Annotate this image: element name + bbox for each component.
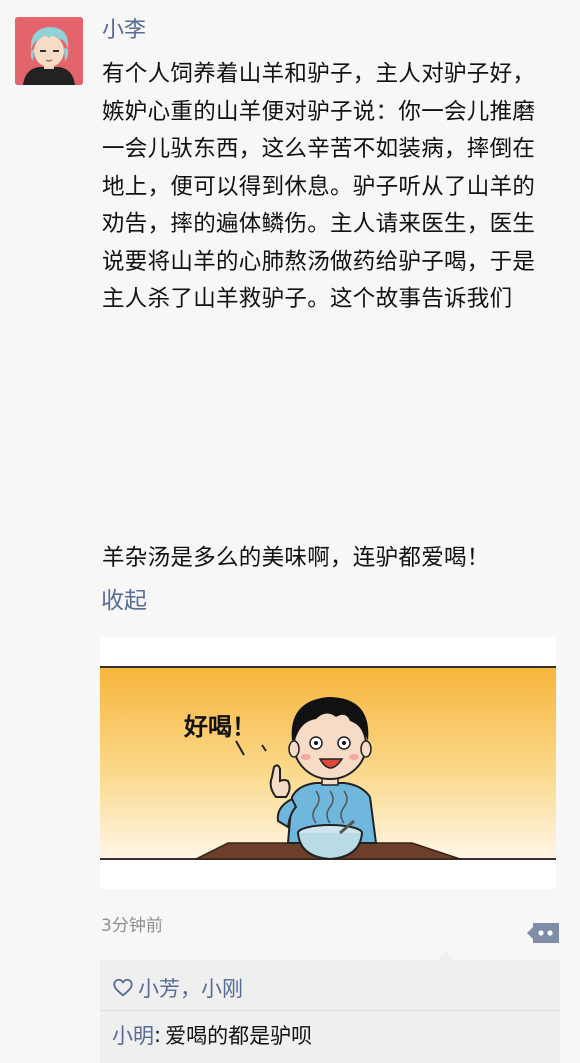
- post-punchline: 羊杂汤是多么的美味啊，连驴都爱喝！: [102, 545, 490, 571]
- divider: [100, 1010, 560, 1011]
- post-text-line: 说要将山羊的心肺熬汤做药给驴子喝，于是: [102, 248, 536, 275]
- avatar-image: [15, 17, 83, 85]
- post-text-line: 地上，便可以得到休息。驴子听从了山羊的: [102, 173, 536, 200]
- post-text-line: 嫉妒心重的山羊便对驴子说：你一会儿推磨: [102, 98, 536, 125]
- likes-comments-panel: 小芳，小刚 小明 : 爱喝的都是驴呗: [100, 960, 560, 1063]
- likes-names[interactable]: 小芳，小刚: [138, 973, 243, 1003]
- heart-outline-icon: [113, 978, 133, 997]
- comment-item[interactable]: 小明 : 爱喝的都是驴呗: [112, 1015, 312, 1055]
- collapse-link[interactable]: 收起: [101, 583, 147, 619]
- likes-row: 小芳，小刚: [112, 970, 243, 1006]
- post-text-line: 有个人饲养着山羊和驴子，主人对驴子好，: [102, 61, 536, 87]
- post-text: 有个人饲养着山羊和驴子，主人对驴子好， 嫉妒心重的山羊便对驴子说：你一会儿推磨 …: [102, 56, 562, 571]
- avatar[interactable]: [15, 17, 83, 85]
- post-author-name[interactable]: 小李: [102, 14, 146, 48]
- post-image[interactable]: 好喝！: [100, 637, 556, 889]
- post-timestamp: 3分钟前: [101, 916, 163, 936]
- comment-text: 爱喝的都是驴呗: [165, 1024, 313, 1048]
- comic-speech-text: 好喝！: [183, 713, 256, 741]
- post-text-line: 主人杀了山羊救驴子。这个故事告诉我们: [102, 286, 513, 312]
- post-text-line: 一会儿驮东西，这么辛苦不如装病，摔倒在: [102, 136, 536, 162]
- comment-author[interactable]: 小明: [112, 1020, 154, 1050]
- comic-illustration: 好喝！: [100, 666, 556, 861]
- more-dots-icon[interactable]: [525, 920, 561, 946]
- comment-separator: :: [154, 1023, 162, 1047]
- post-text-line: 劝告，摔的遍体鳞伤。主人请来医生，医生: [102, 211, 536, 237]
- panel-pointer: [438, 952, 454, 960]
